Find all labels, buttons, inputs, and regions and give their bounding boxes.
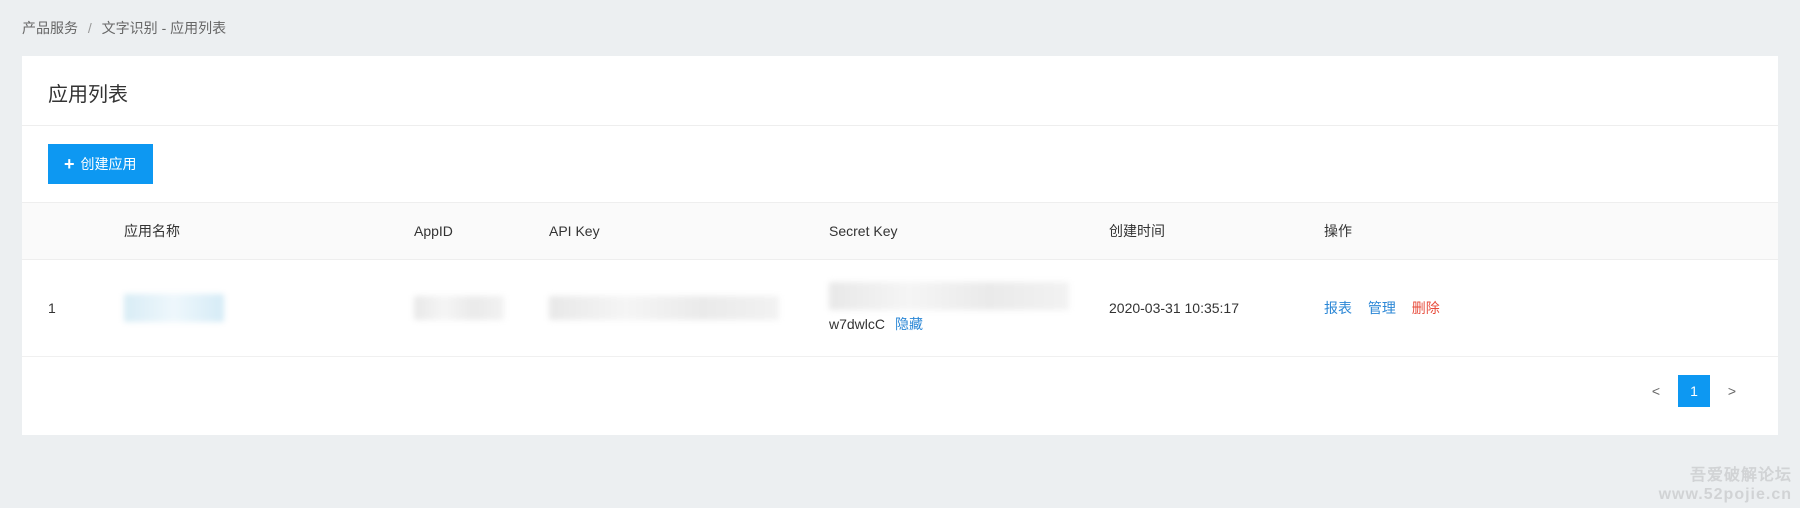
report-link[interactable]: 报表 bbox=[1324, 300, 1352, 316]
watermark-line2: www.52pojie.cn bbox=[1659, 485, 1792, 504]
table-row: 1 w7dwlcC 隐藏 bbox=[22, 260, 1778, 357]
delete-link[interactable]: 删除 bbox=[1412, 300, 1440, 316]
cell-name bbox=[112, 260, 402, 357]
secret-toggle-link[interactable]: 隐藏 bbox=[895, 314, 923, 334]
col-secret-header: Secret Key bbox=[817, 203, 1097, 260]
cell-idx: 1 bbox=[22, 260, 112, 357]
cell-appid bbox=[402, 260, 537, 357]
breadcrumb-dash: - bbox=[162, 20, 171, 36]
col-time-header: 创建时间 bbox=[1097, 203, 1312, 260]
breadcrumb-sep: / bbox=[88, 20, 92, 36]
create-app-button[interactable]: + 创建应用 bbox=[48, 144, 153, 184]
create-app-label: 创建应用 bbox=[81, 154, 137, 174]
toolbar: + 创建应用 bbox=[22, 126, 1778, 202]
breadcrumb-root[interactable]: 产品服务 bbox=[22, 20, 78, 36]
redacted-appid bbox=[414, 296, 504, 320]
col-idx-header bbox=[22, 203, 112, 260]
app-list-panel: 应用列表 + 创建应用 应用名称 AppID API Key Secret Ke… bbox=[22, 56, 1778, 435]
cell-secret: w7dwlcC 隐藏 bbox=[817, 260, 1097, 357]
col-ops-header: 操作 bbox=[1312, 203, 1778, 260]
cell-ops: 报表 管理 删除 bbox=[1312, 260, 1778, 357]
breadcrumb: 产品服务 / 文字识别 - 应用列表 bbox=[0, 0, 1800, 56]
page-1-button[interactable]: 1 bbox=[1678, 375, 1710, 407]
secret-tail: w7dwlcC bbox=[829, 316, 885, 332]
breadcrumb-current: 应用列表 bbox=[170, 20, 226, 36]
redacted-secret bbox=[829, 282, 1069, 310]
watermark: 吾爱破解论坛 www.52pojie.cn bbox=[1659, 466, 1792, 504]
watermark-line1: 吾爱破解论坛 bbox=[1659, 466, 1792, 485]
manage-link[interactable]: 管理 bbox=[1368, 300, 1396, 316]
redacted-apikey bbox=[549, 296, 779, 320]
col-appid-header: AppID bbox=[402, 203, 537, 260]
app-table: 应用名称 AppID API Key Secret Key 创建时间 操作 1 bbox=[22, 202, 1778, 357]
breadcrumb-section[interactable]: 文字识别 bbox=[102, 20, 158, 36]
page-prev-button[interactable]: < bbox=[1640, 375, 1672, 407]
col-name-header: 应用名称 bbox=[112, 203, 402, 260]
page-title: 应用列表 bbox=[48, 78, 1752, 107]
panel-header: 应用列表 bbox=[22, 56, 1778, 126]
pagination: < 1 > bbox=[22, 357, 1778, 435]
page-next-button[interactable]: > bbox=[1716, 375, 1748, 407]
table-header-row: 应用名称 AppID API Key Secret Key 创建时间 操作 bbox=[22, 203, 1778, 260]
col-apikey-header: API Key bbox=[537, 203, 817, 260]
cell-apikey bbox=[537, 260, 817, 357]
plus-icon: + bbox=[64, 155, 75, 173]
redacted-name bbox=[124, 294, 224, 322]
cell-time: 2020-03-31 10:35:17 bbox=[1097, 260, 1312, 357]
